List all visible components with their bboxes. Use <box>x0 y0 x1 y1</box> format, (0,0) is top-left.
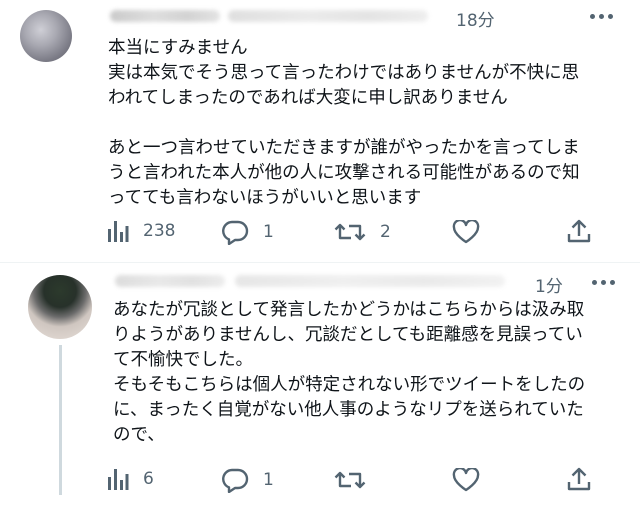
tweet-text-line: そもそもこちらは個人が特定されない形でツイートをしたの <box>113 375 586 395</box>
handle-redacted <box>228 10 428 22</box>
more-dots-icon[interactable] <box>592 280 615 285</box>
views-count: 238 <box>143 221 176 241</box>
tweet-text-line: ってても言わないほうがいいと思います <box>108 188 422 208</box>
tweet-text-line: 実は本気でそう思って言ったわけではありませんが不快に思 <box>108 63 580 83</box>
handle-redacted <box>235 275 505 287</box>
reply-count: 1 <box>263 222 274 242</box>
views-count: 6 <box>143 469 154 489</box>
tweet-text-line: ので、 <box>113 425 165 445</box>
tweet-text-line: りようがありませんし、冗談だとしても距離感を見誤ってい <box>113 325 583 345</box>
timestamp[interactable]: 18分 <box>456 6 495 31</box>
share-upload-icon <box>567 467 591 491</box>
like-button[interactable] <box>452 468 494 492</box>
tweet-text-line: われてしまったのであれば大変に申し訳ありません <box>108 88 508 108</box>
tweet-text-line: に、まったく自覚がない他人事のようなリプを送られていた <box>113 400 584 420</box>
tweet-text-line: あなたが冗談として発言したかどうかはこちらからは汲み取 <box>113 300 585 320</box>
reply-count: 1 <box>263 470 274 490</box>
like-button[interactable] <box>452 220 494 244</box>
heart-icon <box>452 220 480 244</box>
tweet-text-line: て不愉快でした。 <box>113 350 253 370</box>
tweet[interactable]: 1分 あなたが冗談として発言したかどうかはこちらからは汲み取 りようがありません… <box>0 263 640 510</box>
action-bar: 238 1 2 <box>0 215 640 249</box>
tweet-text: 本当にすみません 実は本気でそう思って言ったわけではありませんが不快に思 われて… <box>108 36 580 211</box>
reply-button[interactable]: 1 <box>221 219 274 245</box>
more-dots-icon[interactable] <box>590 14 613 19</box>
speech-bubble-icon <box>222 220 249 245</box>
tweet-text-line: あと一つ言わせていただきますが誰がやったかを言ってしま <box>108 138 580 158</box>
tweet-text: あなたが冗談として発言したかどうかはこちらからは汲み取 りようがありませんし、冗… <box>113 298 585 448</box>
retweet-button[interactable] <box>334 467 380 493</box>
action-bar: 6 1 <box>0 463 640 497</box>
display-name-redacted[interactable] <box>115 275 225 287</box>
avatar[interactable] <box>20 10 72 62</box>
retweet-button[interactable]: 2 <box>334 219 391 245</box>
speech-bubble-icon <box>222 468 249 493</box>
tweet-text-line: 本当にすみません <box>108 38 248 58</box>
views-button[interactable]: 6 <box>107 467 154 491</box>
retweet-count: 2 <box>380 222 391 242</box>
tweet-text-line: うと言われた本人が他の人に攻撃される可能性があるので知 <box>108 163 580 183</box>
share-upload-icon <box>567 219 591 243</box>
heart-icon <box>452 468 480 492</box>
reply-button[interactable]: 1 <box>221 467 274 493</box>
timestamp[interactable]: 1分 <box>535 272 563 297</box>
views-button[interactable]: 238 <box>107 219 175 243</box>
bar-chart-icon <box>108 221 129 242</box>
tweet-text-blank-line <box>108 111 580 136</box>
bar-chart-icon <box>108 469 129 490</box>
tweet[interactable]: 18分 本当にすみません 実は本気でそう思って言ったわけではありませんが不快に思… <box>0 0 640 263</box>
display-name-redacted[interactable] <box>110 10 220 22</box>
retweet-arrows-icon <box>334 223 366 241</box>
share-button[interactable] <box>567 218 591 244</box>
avatar[interactable] <box>28 275 92 339</box>
retweet-arrows-icon <box>334 471 366 489</box>
share-button[interactable] <box>567 466 591 492</box>
